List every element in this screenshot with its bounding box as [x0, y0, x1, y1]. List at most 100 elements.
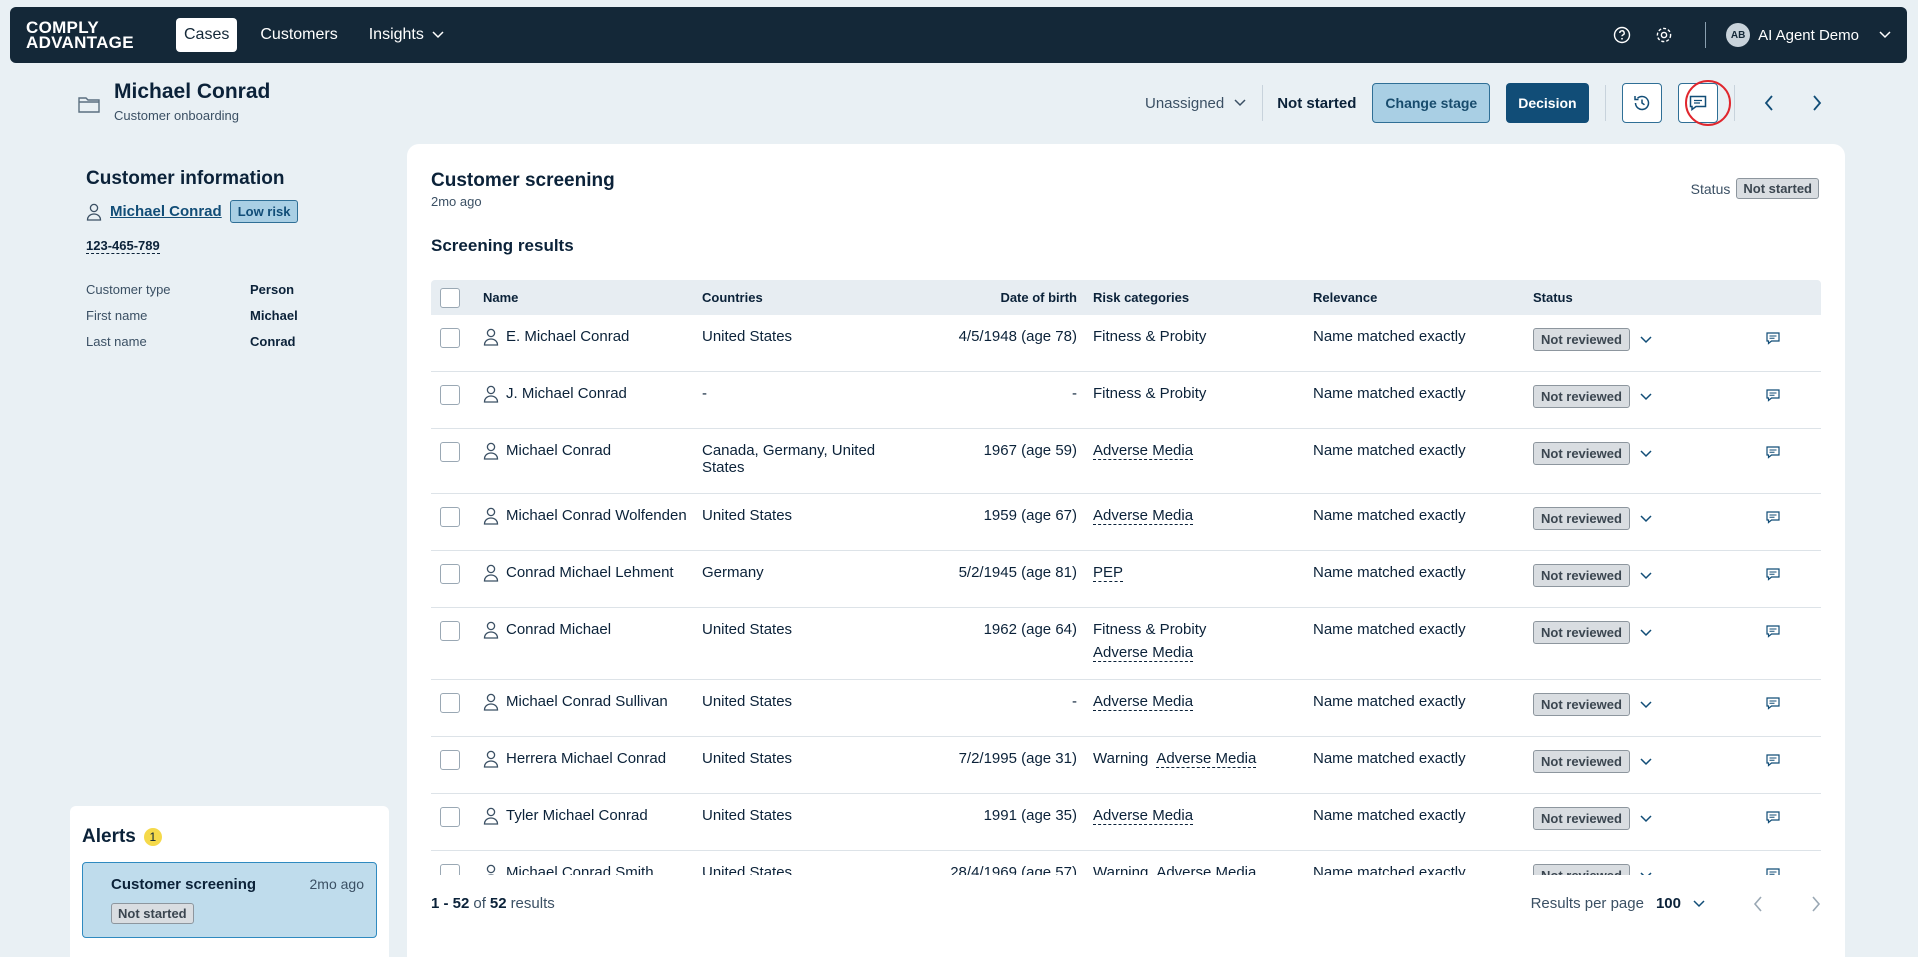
- row-checkbox[interactable]: [440, 385, 460, 405]
- previous-case-button[interactable]: [1755, 83, 1783, 123]
- column-header-dob[interactable]: Date of birth: [892, 290, 1093, 305]
- table-row[interactable]: Michael Conrad Canada, Germany, United St…: [431, 429, 1821, 494]
- chevron-down-icon[interactable]: [1640, 335, 1652, 344]
- chevron-down-icon[interactable]: [1640, 571, 1652, 580]
- comment-icon[interactable]: [1766, 754, 1780, 767]
- match-name[interactable]: Michael Conrad: [506, 442, 611, 464]
- comment-icon[interactable]: [1766, 446, 1780, 459]
- alerts-count-badge: 1: [143, 828, 162, 846]
- column-header-status[interactable]: Status: [1533, 290, 1733, 305]
- match-name[interactable]: Conrad Michael: [506, 621, 611, 643]
- alert-title: Customer screening: [111, 876, 257, 893]
- row-checkbox[interactable]: [440, 750, 460, 770]
- match-countries: Canada, Germany, United States: [702, 442, 876, 476]
- column-header-countries[interactable]: Countries: [702, 290, 892, 305]
- alert-age: 2mo ago: [309, 876, 364, 892]
- table-row[interactable]: Michael Conrad Wolfenden United States 195…: [431, 494, 1821, 551]
- chevron-down-icon[interactable]: [1640, 449, 1652, 458]
- match-name[interactable]: Michael Conrad Sullivan: [506, 693, 668, 715]
- logo[interactable]: COMPLY ADVANTAGE: [26, 19, 176, 51]
- comment-icon[interactable]: [1766, 697, 1780, 710]
- table-row[interactable]: J. Michael Conrad - - Fitness & Probity Name…: [431, 372, 1821, 429]
- row-checkbox[interactable]: [440, 621, 460, 641]
- customer-id[interactable]: 123-465-789: [86, 238, 160, 254]
- history-icon: [1633, 95, 1649, 111]
- row-checkbox[interactable]: [440, 564, 460, 584]
- comment-icon[interactable]: [1766, 811, 1780, 824]
- chevron-down-icon[interactable]: [1640, 814, 1652, 823]
- nav-customers[interactable]: Customers: [252, 18, 345, 52]
- comment-icon[interactable]: [1766, 389, 1780, 402]
- alert-card[interactable]: Customer screening 2mo ago Not started: [82, 862, 377, 938]
- risk-category-link[interactable]: Adverse Media: [1093, 807, 1194, 825]
- settings-gear-icon[interactable]: [1653, 24, 1675, 46]
- match-name[interactable]: Tyler Michael Conrad: [506, 807, 648, 829]
- table-row[interactable]: Conrad Michael United States 1962 (age 64)…: [431, 608, 1821, 680]
- history-button[interactable]: [1621, 83, 1662, 123]
- row-checkbox[interactable]: [440, 328, 460, 348]
- risk-category-link[interactable]: PEP: [1093, 564, 1124, 582]
- risk-category-link[interactable]: Fitness & Probity: [1093, 621, 1206, 638]
- row-checkbox[interactable]: [440, 693, 460, 713]
- match-name[interactable]: E. Michael Conrad: [506, 328, 629, 350]
- match-name[interactable]: J. Michael Conrad: [506, 385, 627, 407]
- assignee-dropdown[interactable]: Unassigned: [1145, 95, 1246, 112]
- match-relevance: Name matched exactly: [1313, 328, 1466, 345]
- column-header-risk[interactable]: Risk categories: [1093, 290, 1313, 305]
- column-header-name[interactable]: Name: [483, 290, 702, 305]
- table-row[interactable]: Conrad Michael Lehment Germany 5/2/1945 (a…: [431, 551, 1821, 608]
- chevron-down-icon[interactable]: [1640, 392, 1652, 401]
- change-stage-button[interactable]: Change stage: [1372, 83, 1491, 123]
- comment-icon[interactable]: [1766, 511, 1780, 524]
- nav-insights[interactable]: Insights: [361, 18, 452, 52]
- chevron-down-icon[interactable]: [1640, 514, 1652, 523]
- row-checkbox[interactable]: [440, 807, 460, 827]
- next-page-icon[interactable]: [1811, 895, 1821, 912]
- chevron-down-icon[interactable]: [1640, 871, 1652, 876]
- row-checkbox[interactable]: [440, 507, 460, 527]
- risk-category-link[interactable]: Adverse Media: [1093, 644, 1194, 662]
- risk-category-link[interactable]: Adverse Media: [1093, 442, 1194, 460]
- table-row[interactable]: Michael Conrad Sullivan United States - Adv…: [431, 680, 1821, 737]
- comment-icon[interactable]: [1766, 625, 1780, 638]
- risk-category-link[interactable]: Adverse Media: [1093, 693, 1194, 711]
- chevron-down-icon[interactable]: [1640, 757, 1652, 766]
- prev-page-icon[interactable]: [1753, 895, 1763, 912]
- comment-icon[interactable]: [1766, 568, 1780, 581]
- table-row[interactable]: Tyler Michael Conrad United States 1991 (a…: [431, 794, 1821, 851]
- comment-icon[interactable]: [1766, 868, 1780, 875]
- customer-name-link[interactable]: Michael Conrad: [110, 203, 222, 220]
- help-icon[interactable]: [1611, 24, 1633, 46]
- review-status-badge: Not reviewed: [1533, 750, 1630, 773]
- select-all-checkbox[interactable]: [440, 287, 460, 308]
- risk-category-link[interactable]: Fitness & Probity: [1093, 385, 1206, 402]
- chevron-down-icon[interactable]: [1693, 899, 1705, 908]
- user-menu-chevron-icon[interactable]: [1879, 31, 1891, 39]
- nav-cases[interactable]: Cases: [176, 18, 238, 52]
- decision-button[interactable]: Decision: [1506, 83, 1589, 123]
- row-checkbox[interactable]: [440, 864, 460, 875]
- comment-icon[interactable]: [1766, 332, 1780, 345]
- chevron-down-icon[interactable]: [1640, 628, 1652, 637]
- column-header-relevance[interactable]: Relevance: [1313, 290, 1533, 305]
- user-name[interactable]: AI Agent Demo: [1758, 27, 1859, 44]
- case-title: Michael Conrad: [114, 80, 271, 103]
- row-checkbox[interactable]: [440, 442, 460, 462]
- match-name[interactable]: Conrad Michael Lehment: [506, 564, 674, 586]
- risk-category-link[interactable]: Fitness & Probity: [1093, 328, 1206, 345]
- risk-category-link[interactable]: Adverse Media: [1156, 864, 1257, 875]
- match-name[interactable]: Michael Conrad Smith: [506, 864, 654, 875]
- table-row[interactable]: Herrera Michael Conrad United States 7/2/1…: [431, 737, 1821, 794]
- person-icon: [483, 328, 499, 350]
- match-name[interactable]: Michael Conrad Wolfenden: [506, 507, 687, 529]
- match-name[interactable]: Herrera Michael Conrad: [506, 750, 666, 772]
- risk-category-link[interactable]: Adverse Media: [1156, 750, 1257, 768]
- table-row[interactable]: E. Michael Conrad United States 4/5/1948 (…: [431, 315, 1821, 372]
- risk-category-link[interactable]: Adverse Media: [1093, 507, 1194, 525]
- per-page-select[interactable]: 100: [1656, 895, 1681, 912]
- next-case-button[interactable]: [1803, 83, 1831, 123]
- avatar[interactable]: AB: [1726, 23, 1751, 47]
- match-countries: -: [702, 385, 707, 402]
- table-row[interactable]: Michael Conrad Smith United States 28/4/19…: [431, 851, 1821, 875]
- chevron-down-icon[interactable]: [1640, 700, 1652, 709]
